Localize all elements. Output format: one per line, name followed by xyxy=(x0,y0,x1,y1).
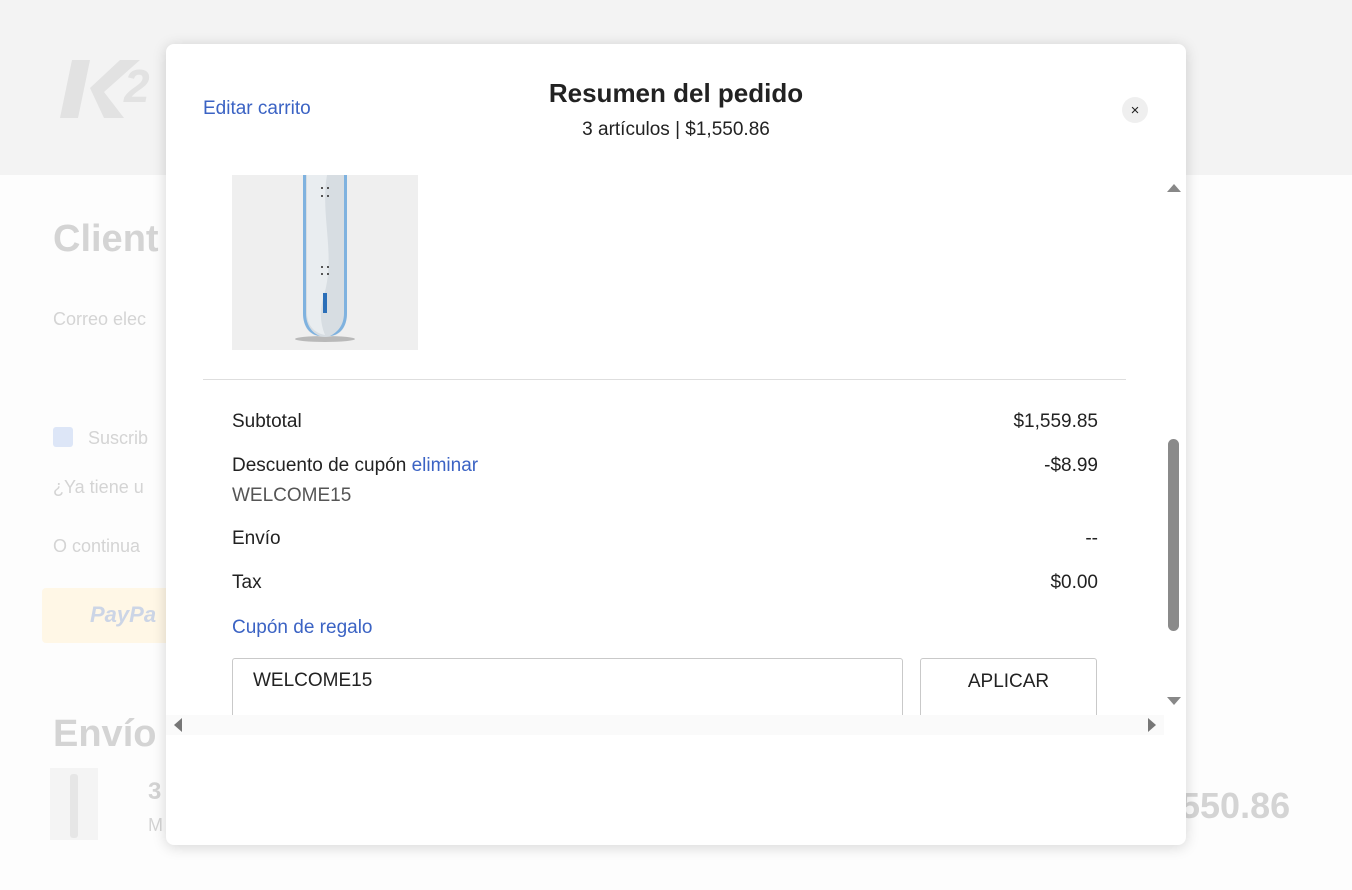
scroll-left-icon[interactable] xyxy=(174,718,182,732)
subtotal-value: $1,559.85 xyxy=(1013,411,1098,432)
scroll-right-icon[interactable] xyxy=(1148,718,1156,732)
apply-coupon-button[interactable]: APLICAR xyxy=(920,658,1097,719)
continue-with-text: O continua xyxy=(53,536,141,556)
modal-subtitle: 3 artículos | $1,550.86 xyxy=(582,119,770,140)
close-icon: × xyxy=(1130,101,1140,119)
horizontal-scrollbar[interactable] xyxy=(166,715,1164,735)
scroll-up-icon[interactable] xyxy=(1167,184,1181,192)
have-account-text: ¿Ya tiene u xyxy=(53,477,144,497)
product-thumbnail xyxy=(50,768,98,840)
paypal-label: PayPa xyxy=(90,602,157,627)
applied-coupon-code: WELCOME15 xyxy=(232,485,352,506)
modal-title: Resumen del pedido xyxy=(548,78,804,108)
tax-value: $0.00 xyxy=(1050,572,1098,593)
subscribe-checkbox[interactable] xyxy=(53,427,73,447)
close-button[interactable]: × xyxy=(1122,97,1148,123)
subscribe-label: Suscrib xyxy=(88,428,149,448)
shipping-value: -- xyxy=(1085,528,1098,549)
summary-total: 550.86 xyxy=(1180,785,1291,826)
gift-coupon-link[interactable]: Cupón de regalo xyxy=(232,617,373,639)
tax-label: Tax xyxy=(232,572,262,593)
snowboard-image xyxy=(295,175,355,342)
k2-logo-icon: 2 xyxy=(60,60,150,118)
summary-item-count: 3 xyxy=(148,778,162,805)
discount-value: -$8.99 xyxy=(1044,455,1098,476)
divider xyxy=(203,379,1126,380)
order-summary-modal: Editar carrito Resumen del pedido 3 artí… xyxy=(166,44,1186,845)
email-label: Correo elec xyxy=(53,309,147,329)
shipping-label: Envío xyxy=(232,528,281,549)
discount-label: Descuento de cupón xyxy=(232,455,407,476)
scrollbar-thumb[interactable] xyxy=(1168,439,1179,631)
coupon-input[interactable] xyxy=(232,658,903,719)
customer-section-title: Client xyxy=(53,218,159,260)
discount-row: Descuento de cupón eliminar xyxy=(232,455,478,477)
remove-coupon-link[interactable]: eliminar xyxy=(412,455,479,476)
vertical-scrollbar[interactable] xyxy=(1164,182,1186,715)
subtotal-label: Subtotal xyxy=(232,411,302,432)
svg-text:2: 2 xyxy=(123,60,150,112)
shipping-section-title: Envío xyxy=(53,713,157,755)
summary-sub-text: M xyxy=(148,815,163,835)
product-image xyxy=(232,175,418,350)
summary-scroll-area[interactable]: Subtotal $1,559.85 Descuento de cupón el… xyxy=(166,174,1186,719)
scroll-down-icon[interactable] xyxy=(1167,697,1181,705)
